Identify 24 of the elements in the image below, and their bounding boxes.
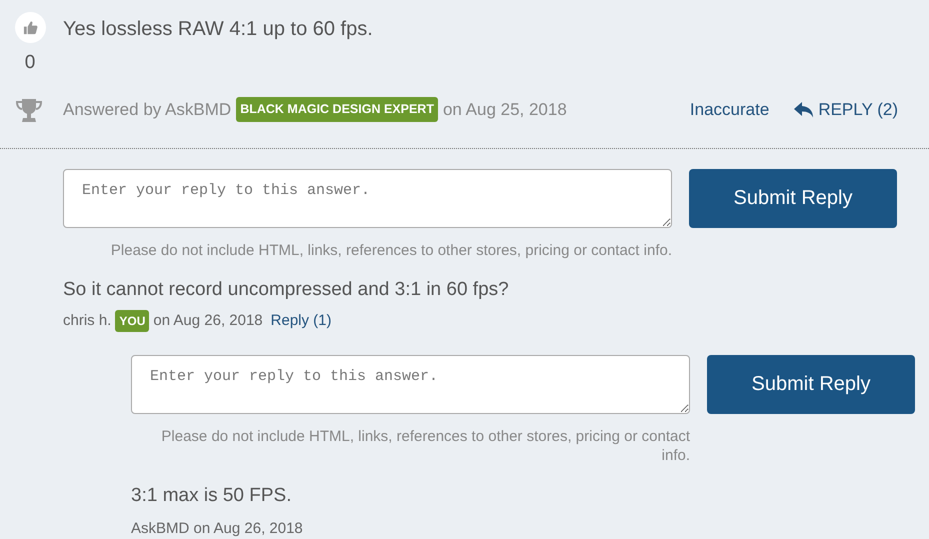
comment-date: on Aug 26, 2018 [153, 311, 263, 331]
expert-badge: BLACK MAGIC DESIGN EXPERT [236, 97, 438, 122]
you-badge: YOU [115, 310, 150, 332]
vote-count: 0 [24, 51, 36, 75]
answer-text: Yes lossless RAW 4:1 up to 60 fps. [63, 17, 373, 42]
reply-icon [794, 102, 814, 118]
reply-textarea[interactable]: Enter your reply to this answer. [131, 354, 690, 414]
answer-author: Answered by AskBMD [63, 98, 232, 121]
posting-guidelines-note: Please do not include HTML, links, references to other stores, pricing or contact info. [110, 240, 672, 260]
comment-author: chris h. [63, 311, 112, 331]
thumbs-up-icon [22, 20, 38, 35]
reply-textarea[interactable]: Enter your reply to this answer. [63, 168, 672, 228]
submit-reply-button[interactable]: Submit Reply [689, 168, 897, 228]
like-button[interactable] [14, 12, 46, 43]
reply-author-date: AskBMD on Aug 26, 2018 [131, 519, 304, 539]
inaccurate-link[interactable]: Inaccurate [690, 96, 770, 122]
submit-reply-button[interactable]: Submit Reply [707, 354, 915, 414]
trophy-icon [16, 98, 42, 122]
posting-guidelines-note: Please do not include HTML, links, references to other stores, pricing or contact info. [160, 426, 690, 464]
reply-link[interactable]: REPLY (2) [794, 96, 898, 122]
reply-text: 3:1 max is 50 FPS. [131, 484, 293, 508]
reply-link[interactable]: Reply (1) [270, 310, 332, 332]
comment-text: So it cannot record uncompressed and 3:1 in 60 fps? [63, 278, 510, 302]
answer-date: on Aug 25, 2018 [442, 98, 567, 121]
